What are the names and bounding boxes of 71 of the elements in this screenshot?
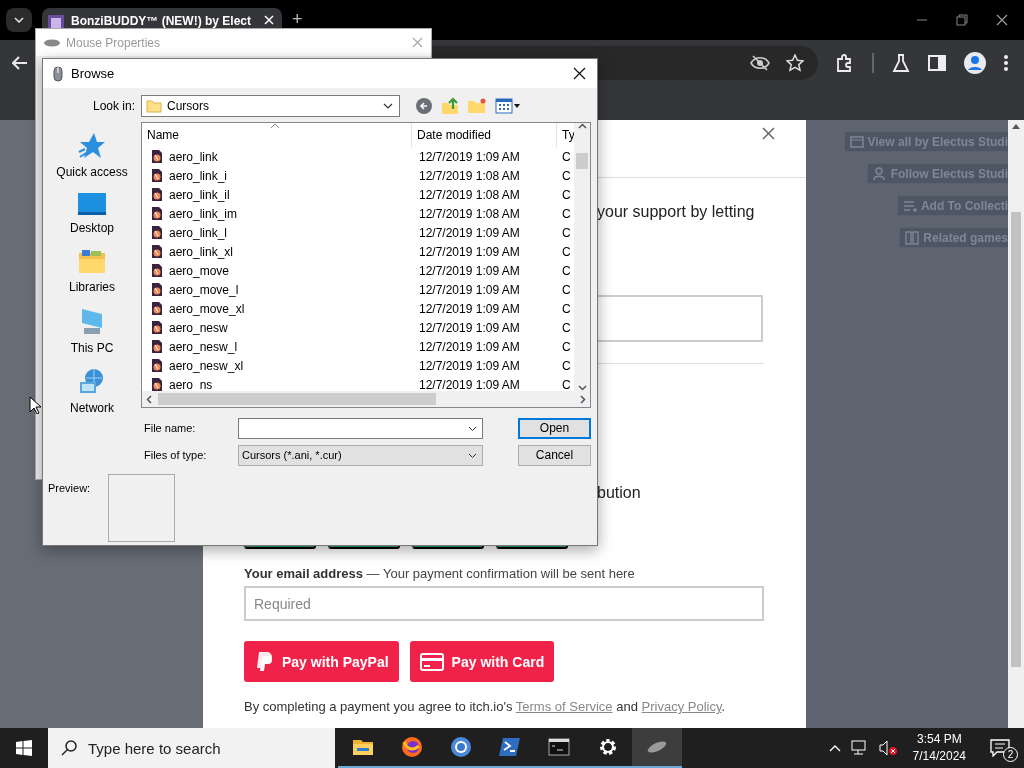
type-cell-text: C [561,339,572,354]
file-name-cell[interactable]: aero_link_i [142,168,412,183]
type-cell-text: C [561,149,572,164]
file-name-label: File name: [143,422,197,434]
type-cell-text: C [561,206,572,221]
file-name-cell[interactable]: aero_nesw [142,320,412,335]
tab-title: BonziBUDDY™ (NEW!) by Elect [71,14,252,28]
new-tab-button[interactable]: + [292,10,303,28]
file-name-cell[interactable]: aero_link_l [142,225,412,240]
pay-button[interactable]: Pay with PayPal [244,641,399,682]
terms-text: By completing a payment you agree to itch.io's Terms of Service and Privacy Policy. [244,699,726,714]
cancel-button[interactable]: Cancel [518,444,591,466]
type-cell-text: C [561,282,572,297]
look-in-label: Look in: [91,99,136,113]
contribution-text: bution [597,484,641,502]
place-item[interactable]: Desktop [70,192,114,235]
look-in-dropdown[interactable]: Cursors [141,95,400,117]
type-cell-text: C [561,358,572,373]
file-type-dropdown[interactable]: Cursors (*.ani, *.cur) [238,444,483,466]
file-type-label: Files of type: [143,449,208,461]
place-item[interactable]: Network [70,368,114,414]
type-cell-text: C [561,244,572,259]
place-item[interactable]: Quick access [56,132,128,178]
file-name-cell[interactable]: aero_link_im [142,206,412,221]
window-title: Browse [71,66,115,81]
file-name-cell[interactable]: aero_ns [142,377,412,391]
terms-link[interactable]: Terms of Service [515,699,613,714]
date-cell-text: 12/7/2019 1:09 AM [418,339,521,354]
type-cell-text: C [561,301,572,316]
type-cell-text: C [561,263,572,278]
time-text: 3:54 PM [916,731,962,748]
file-name-cell[interactable]: aero_link_il [142,187,412,202]
file-name-cell[interactable]: aero_nesw_xl [142,358,412,373]
file-name-cell[interactable]: aero_link [142,149,412,164]
date-cell-text: 12/7/2019 1:09 AM [418,358,521,373]
clock[interactable]: 3:54 PM 7/14/2024 [912,731,966,765]
file-name-cell[interactable]: aero_nesw_l [142,339,412,354]
open-button[interactable]: Open [518,417,591,439]
file-name-cell[interactable]: aero_link_xl [142,244,412,259]
date-cell-text: 12/7/2019 1:09 AM [418,149,521,164]
date-cell-text: 12/7/2019 1:09 AM [418,225,521,240]
date-cell-text: 12/7/2019 1:08 AM [418,187,521,202]
email-label: Your email address — Your payment confirmation will be sent here [244,566,635,581]
type-cell-text: C [561,225,572,240]
date-cell-text: 12/7/2019 1:09 AM [418,301,521,316]
place-item[interactable]: This PC [70,308,114,354]
type-cell-text: C [561,168,572,183]
file-name-cell[interactable]: aero_move_xl [142,301,412,316]
place-item[interactable]: Libraries [69,249,115,294]
column-header[interactable]: Date modified [412,123,557,147]
file-name-cell[interactable]: aero_move [142,263,412,278]
notification-count: 2 [1003,747,1018,762]
date-cell-text: 12/7/2019 1:09 AM [418,244,521,259]
file-name-cell[interactable]: aero_move_l [142,282,412,297]
type-cell-text: C [561,377,572,391]
date-cell-text: 12/7/2019 1:09 AM [418,377,521,391]
email-field[interactable]: Required [244,586,764,621]
type-cell-text: C [561,187,572,202]
search-field[interactable]: Type here to search [48,728,335,768]
date-cell-text: 12/7/2019 1:09 AM [418,282,521,297]
column-header[interactable]: Name [142,123,412,147]
date-cell-text: 12/7/2019 1:09 AM [418,263,521,278]
date-cell-text: 12/7/2019 1:08 AM [418,206,521,221]
column-header[interactable]: Ty [557,123,574,147]
date-cell-text: 12/7/2019 1:08 AM [418,168,521,183]
preview-label: Preview: [47,481,92,494]
type-cell-text: C [561,320,572,335]
date-text: 7/14/2024 [912,748,966,765]
pay-button[interactable]: Pay with Card [409,641,555,682]
date-cell-text: 12/7/2019 1:09 AM [418,320,521,335]
intro-text: your support by letting [597,203,755,221]
